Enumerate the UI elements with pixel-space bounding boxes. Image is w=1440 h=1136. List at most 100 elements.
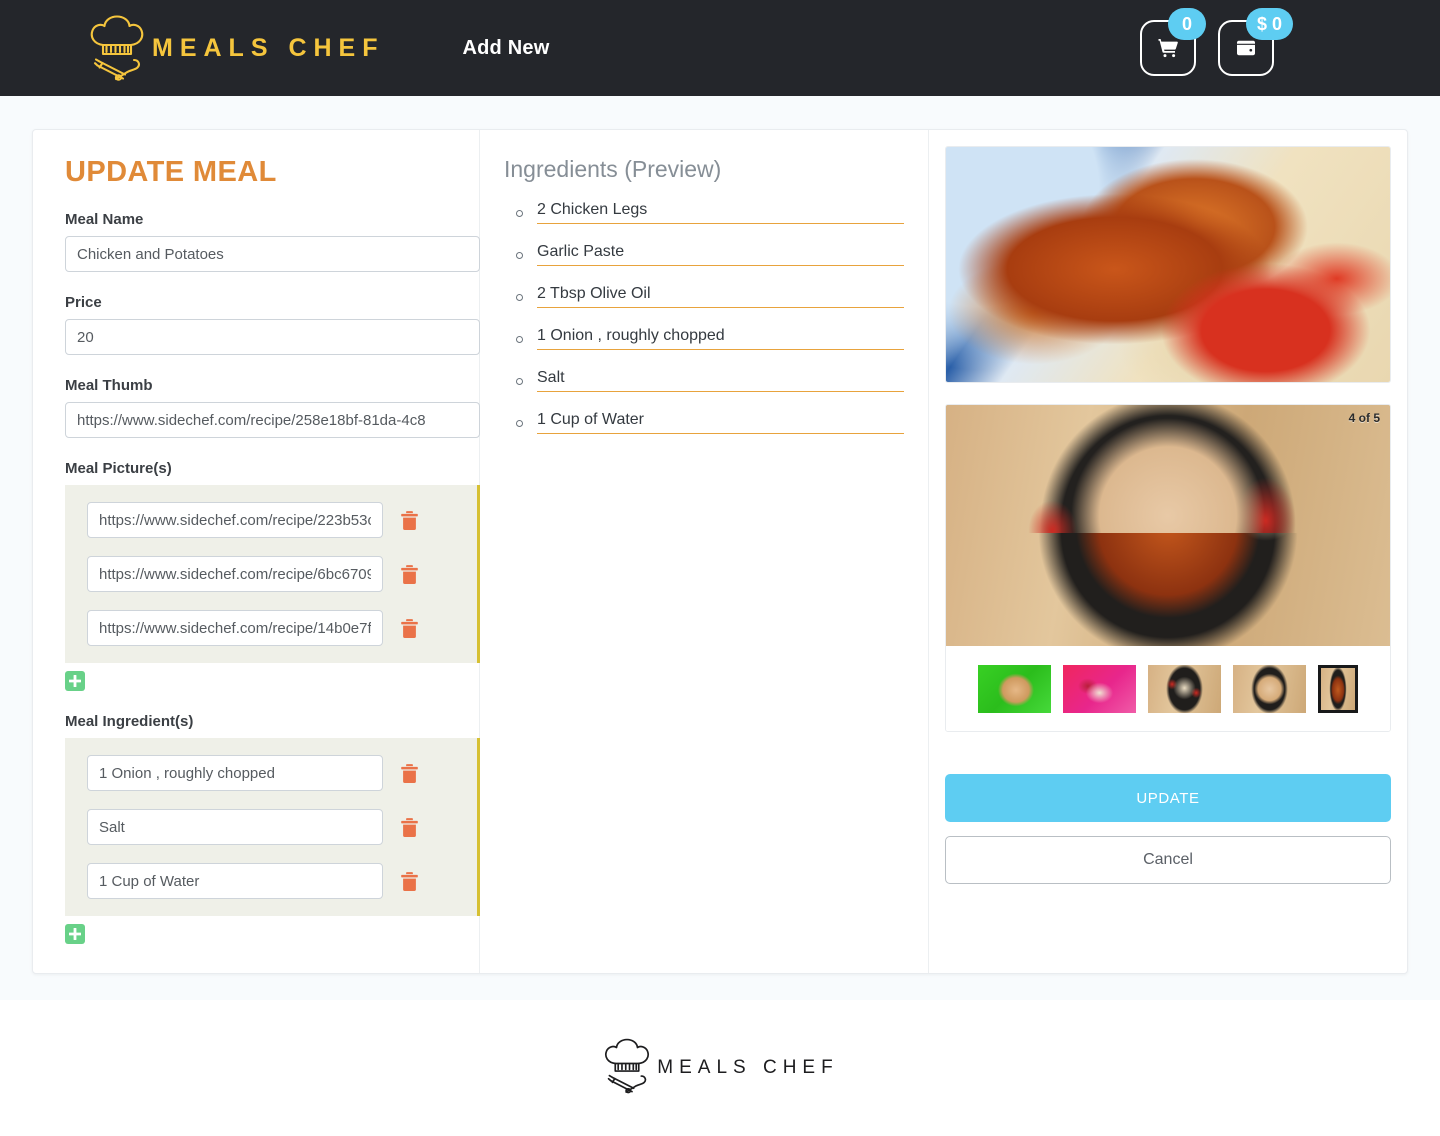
trash-icon: [400, 826, 419, 841]
trash-icon: [400, 627, 419, 642]
delete-ingredient-button[interactable]: [400, 871, 419, 892]
preview-ingredient: 1 Onion , roughly chopped: [537, 327, 904, 350]
circle-bullet-icon: [516, 378, 523, 385]
circle-bullet-icon: [516, 336, 523, 343]
cart-count-badge: 0: [1168, 8, 1206, 40]
footer-logo: MEALS CHEF: [601, 1038, 838, 1099]
cancel-button[interactable]: Cancel: [945, 836, 1391, 884]
carousel-thumbnail[interactable]: [1148, 665, 1221, 713]
preview-list: 2 Chicken Legs Garlic Paste 2 Tbsp Olive…: [504, 201, 904, 434]
meal-ingredient-input[interactable]: [87, 809, 383, 845]
delete-picture-button[interactable]: [400, 510, 419, 531]
meal-ingredient-input[interactable]: [87, 755, 383, 791]
carousel-counter: 4 of 5: [1349, 411, 1380, 425]
add-picture-button[interactable]: [65, 671, 85, 691]
carousel-thumbnail-strip: [946, 646, 1390, 731]
preview-ingredient: 2 Chicken Legs: [537, 201, 904, 224]
carousel-slide-top: [946, 405, 1390, 533]
meal-ingredients-label: Meal Ingredient(s): [65, 713, 463, 730]
meal-thumb-input[interactable]: [65, 402, 480, 438]
ingredients-on-pink-background-image: [1063, 665, 1136, 713]
circle-bullet-icon: [516, 294, 523, 301]
chicken-on-green-background-image: [978, 665, 1051, 713]
meal-thumb-label: Meal Thumb: [65, 377, 463, 394]
brand-logo[interactable]: MEALS CHEF: [86, 15, 385, 81]
carousel-slide-bottom: [946, 533, 1390, 646]
list-item: 2 Chicken Legs: [504, 201, 904, 224]
shopping-cart-icon: [1156, 36, 1180, 60]
wallet-amount-badge: $ 0: [1246, 8, 1293, 40]
carousel-thumbnail-active[interactable]: [1318, 665, 1358, 713]
meal-ingredient-row: [65, 863, 477, 899]
trash-icon: [400, 573, 419, 588]
meal-pictures-label: Meal Picture(s): [65, 460, 463, 477]
page-background: UPDATE MEAL Meal Name Price Meal Thumb M…: [0, 96, 1440, 1000]
wallet-icon: [1234, 36, 1258, 60]
chef-hat-icon: [601, 1038, 653, 1099]
circle-bullet-icon: [516, 210, 523, 217]
update-button[interactable]: UPDATE: [945, 774, 1391, 822]
wallet-button[interactable]: $ 0: [1218, 20, 1274, 76]
circle-bullet-icon: [516, 420, 523, 427]
meal-ingredient-row: [65, 809, 477, 845]
meal-picture-row: [65, 502, 477, 538]
meal-ingredients-group: [65, 738, 480, 916]
meal-name-input[interactable]: [65, 236, 480, 272]
meal-picture-row: [65, 556, 477, 592]
meal-picture-row: [65, 610, 477, 646]
brand-label: MEALS CHEF: [152, 34, 385, 63]
delete-ingredient-button[interactable]: [400, 817, 419, 838]
delete-picture-button[interactable]: [400, 564, 419, 585]
carousel-thumbnail[interactable]: [1063, 665, 1136, 713]
cart-button[interactable]: 0: [1140, 20, 1196, 76]
nav-add-new-link[interactable]: Add New: [463, 37, 550, 60]
meal-form-column: UPDATE MEAL Meal Name Price Meal Thumb M…: [33, 130, 480, 973]
meal-pictures-carousel: 4 of 5: [945, 404, 1391, 732]
list-item: Salt: [504, 369, 904, 392]
meal-ingredient-row: [65, 755, 477, 791]
raw-chicken-in-skillet-image: [946, 405, 1390, 533]
preview-ingredient: Garlic Paste: [537, 243, 904, 266]
raw-chicken-skillet-image: [1233, 665, 1306, 713]
carousel-stage[interactable]: 4 of 5: [946, 405, 1390, 646]
plus-icon: [65, 671, 85, 691]
roasted-chicken-on-blue-plate-image: [946, 147, 1390, 382]
cooked-chicken-in-skillet-image: [946, 533, 1390, 646]
navbar-actions: 0 $ 0: [1140, 0, 1274, 96]
price-input[interactable]: [65, 319, 480, 355]
update-meal-card: UPDATE MEAL Meal Name Price Meal Thumb M…: [32, 129, 1408, 974]
preview-ingredient: 2 Tbsp Olive Oil: [537, 285, 904, 308]
list-item: 1 Onion , roughly chopped: [504, 327, 904, 350]
trash-icon: [400, 880, 419, 895]
preview-ingredient: Salt: [537, 369, 904, 392]
meal-picture-input[interactable]: [87, 610, 383, 646]
price-label: Price: [65, 294, 463, 311]
skillet-with-vegetables-image: [1148, 665, 1221, 713]
footer-brand-label: MEALS CHEF: [657, 1057, 838, 1079]
list-item: 2 Tbsp Olive Oil: [504, 285, 904, 308]
meal-ingredient-input[interactable]: [87, 863, 383, 899]
list-item: 1 Cup of Water: [504, 411, 904, 434]
meal-pictures-group: [65, 485, 480, 663]
add-ingredient-button[interactable]: [65, 924, 85, 944]
circle-bullet-icon: [516, 252, 523, 259]
chef-hat-icon: [86, 15, 148, 81]
list-item: Garlic Paste: [504, 243, 904, 266]
preview-title: Ingredients (Preview): [504, 156, 904, 183]
carousel-thumbnail[interactable]: [978, 665, 1051, 713]
plus-icon: [65, 924, 85, 944]
trash-icon: [400, 519, 419, 534]
preview-ingredient: 1 Cup of Water: [537, 411, 904, 434]
meal-picture-input[interactable]: [87, 502, 383, 538]
trash-icon: [400, 772, 419, 787]
top-navbar: MEALS CHEF Add New 0 $ 0: [0, 0, 1440, 96]
carousel-thumbnail[interactable]: [1233, 665, 1306, 713]
delete-ingredient-button[interactable]: [400, 763, 419, 784]
meal-thumb-preview-image: [945, 146, 1391, 383]
media-column: 4 of 5 UPDATE Cancel: [929, 130, 1407, 973]
page-footer: MEALS CHEF: [0, 1000, 1440, 1136]
delete-picture-button[interactable]: [400, 618, 419, 639]
meal-picture-input[interactable]: [87, 556, 383, 592]
page-title: UPDATE MEAL: [65, 156, 463, 189]
ingredients-preview-column: Ingredients (Preview) 2 Chicken Legs Gar…: [480, 130, 929, 973]
